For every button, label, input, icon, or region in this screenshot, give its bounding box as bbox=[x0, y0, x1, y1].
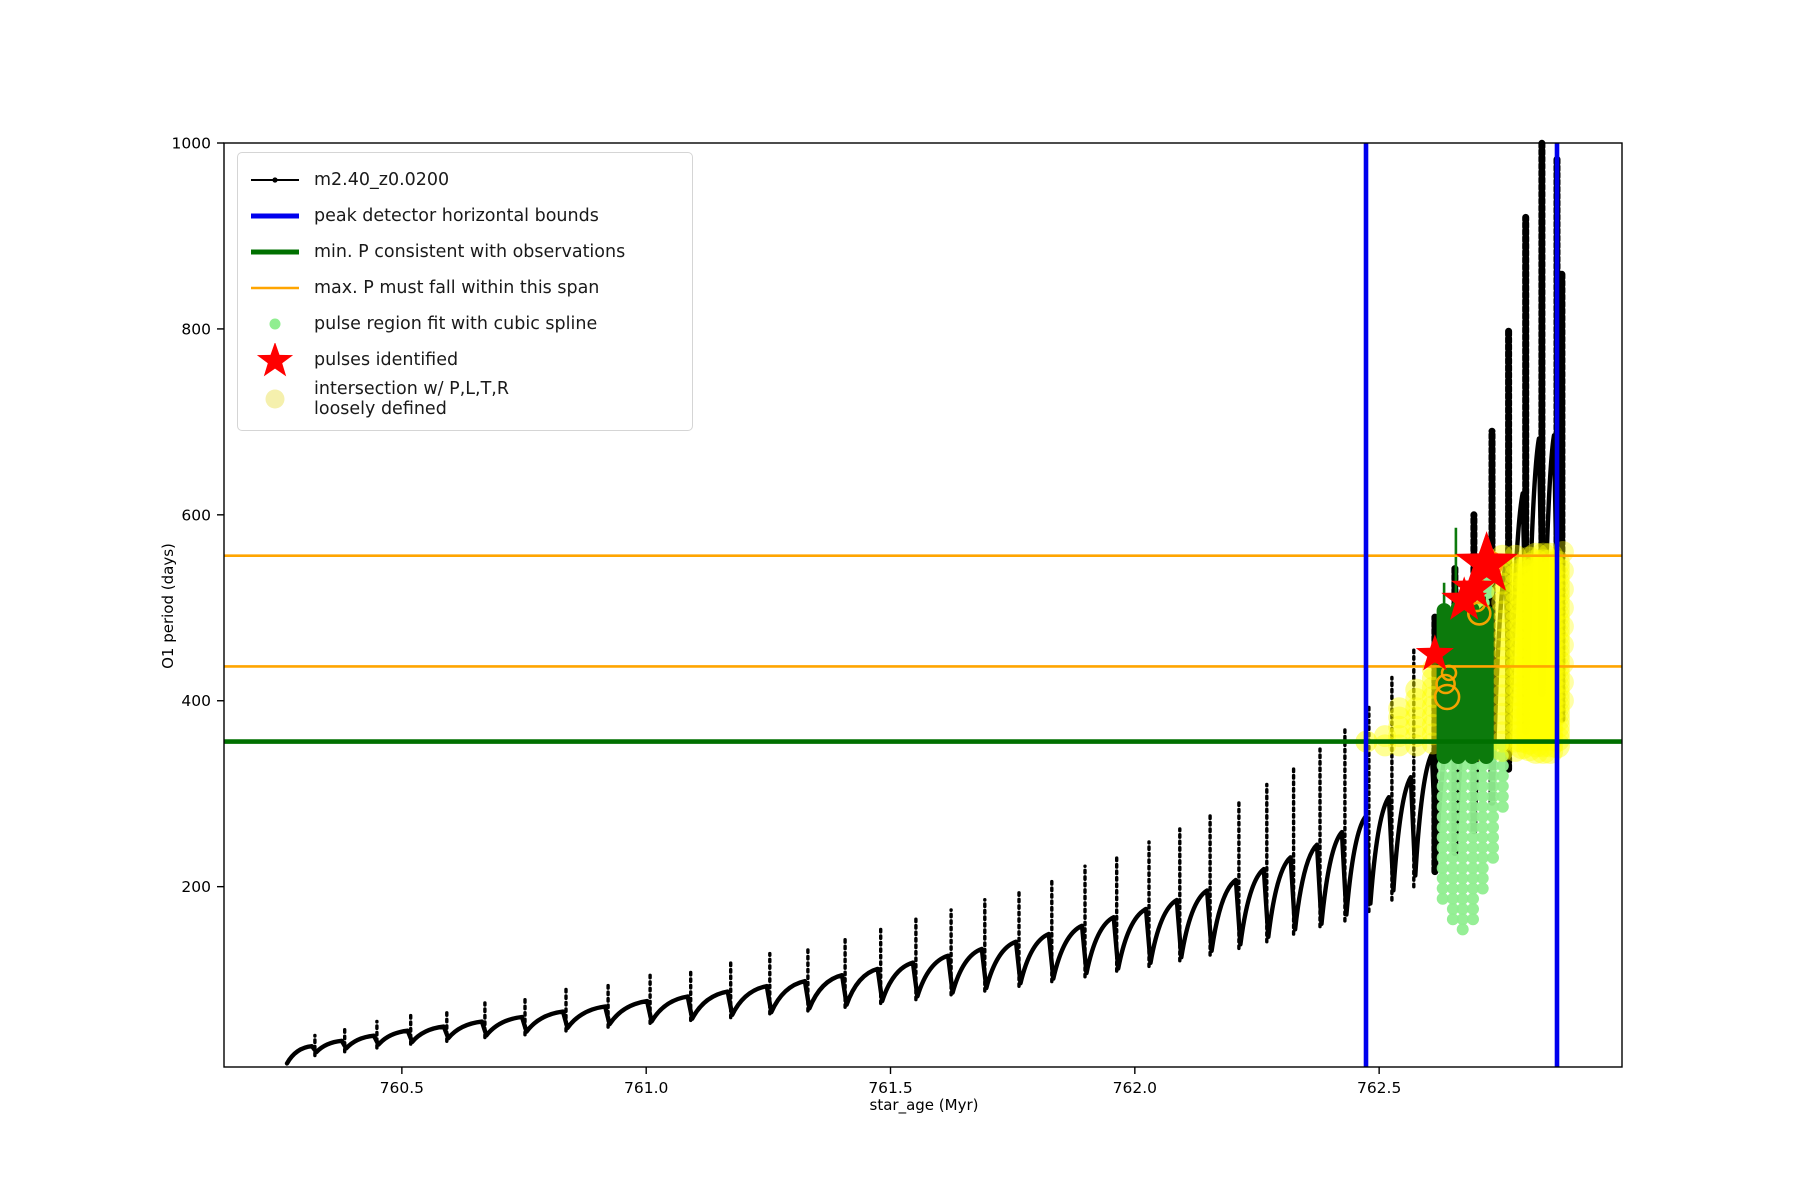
x-tick-label: 761.0 bbox=[624, 1079, 668, 1097]
legend-item-label: max. P must fall within this span bbox=[314, 277, 600, 298]
legend-item-label: peak detector horizontal bounds bbox=[314, 205, 599, 226]
legend-item-7: intersection w/ P,L,T,R loosely defined bbox=[246, 379, 682, 420]
x-tick-label: 762.5 bbox=[1357, 1079, 1401, 1097]
x-tick-label: 762.0 bbox=[1113, 1079, 1157, 1097]
green-line-icon bbox=[251, 249, 299, 255]
legend-item-6: pulses identified bbox=[246, 343, 682, 377]
legend-item-label: pulses identified bbox=[314, 349, 459, 370]
legend-item-5: pulse region fit with cubic spline bbox=[246, 307, 682, 341]
orange-line-icon bbox=[251, 286, 299, 290]
paleyellow-dot-icon bbox=[265, 389, 285, 409]
legend-item-label: min. P consistent with observations bbox=[314, 241, 626, 262]
legend-item-4: max. P must fall within this span bbox=[246, 271, 682, 305]
legend-item-label: pulse region fit with cubic spline bbox=[314, 313, 598, 334]
x-axis-label: star_age (Myr) bbox=[869, 1096, 979, 1114]
legend-item-label: intersection w/ P,L,T,R loosely defined bbox=[314, 379, 509, 420]
legend-item-3: min. P consistent with observations bbox=[246, 235, 682, 269]
y-tick-label: 800 bbox=[181, 320, 211, 338]
y-tick-label: 200 bbox=[181, 878, 211, 896]
blue-line-icon bbox=[251, 213, 299, 219]
y-tick-label: 1000 bbox=[172, 135, 211, 153]
red-star-icon bbox=[256, 343, 294, 377]
lightgreen-dot-icon bbox=[269, 318, 281, 330]
legend: m2.40_z0.0200peak detector horizontal bo… bbox=[237, 152, 693, 431]
legend-item-label: m2.40_z0.0200 bbox=[314, 169, 450, 190]
figure: 760.5 761.0 761.5 762.0 762.5 200 400 600 800 100… bbox=[0, 0, 1800, 1200]
x-tick-label: 761.5 bbox=[868, 1079, 912, 1097]
y-tick-label: 400 bbox=[181, 692, 211, 710]
pulse-spikes bbox=[313, 647, 1416, 1058]
y-tick-label: 600 bbox=[181, 506, 211, 524]
legend-item-2: peak detector horizontal bounds bbox=[246, 199, 682, 233]
y-axis-label: O1 period (days) bbox=[159, 543, 177, 669]
x-tick-label: 760.5 bbox=[380, 1079, 424, 1097]
series-line-icon bbox=[251, 177, 299, 183]
legend-item-1: m2.40_z0.0200 bbox=[246, 163, 682, 197]
